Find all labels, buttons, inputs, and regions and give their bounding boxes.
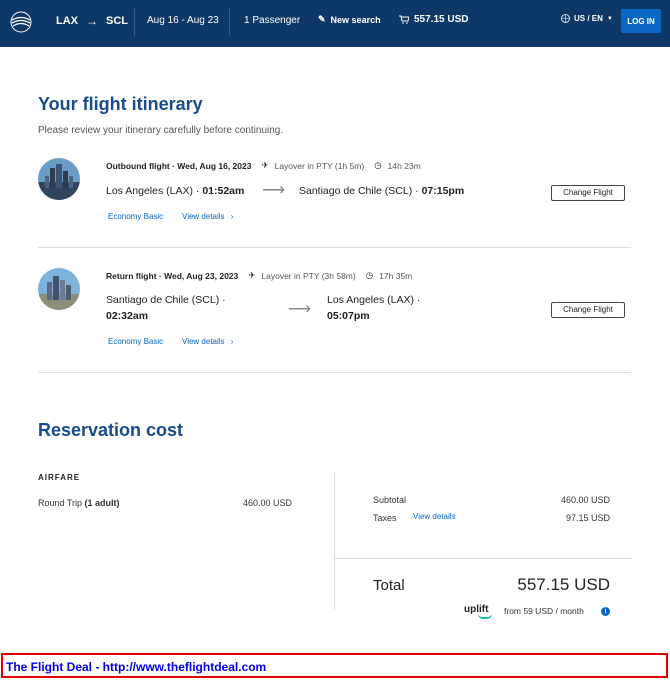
arrival-time: 05:07pm <box>327 310 370 322</box>
fare-class-link[interactable]: Economy Basic <box>108 212 163 221</box>
change-outbound-flight-button[interactable]: Change Flight <box>551 185 625 201</box>
outbound-flight-header: Outbound flight · Wed, Aug 16, 2023 ✈ La… <box>106 160 421 171</box>
new-search-label: New search <box>330 14 381 25</box>
globe-icon <box>561 14 570 23</box>
santiago-city-photo <box>38 268 80 310</box>
cart-icon <box>399 15 409 24</box>
uplift-smile-icon <box>478 614 492 619</box>
banner-text[interactable]: The Flight Deal - http://www.theflightde… <box>6 660 266 674</box>
taxes-label: Taxes <box>373 513 397 523</box>
view-details-link[interactable]: View details › <box>182 337 233 346</box>
view-details-label: View details <box>182 337 225 346</box>
divider <box>134 8 135 36</box>
plane-icon: ✈ <box>261 160 269 170</box>
subtotal-label: Subtotal <box>373 495 407 505</box>
flight-date: Wed, Aug 23, 2023 <box>164 270 239 281</box>
divider <box>38 247 631 248</box>
adult-count: (1 adult) <box>84 498 120 508</box>
itinerary-title: Your flight itinerary <box>38 94 203 114</box>
departure-time: 01:52am <box>202 185 245 197</box>
flight-duration: 14h 23m <box>387 160 421 171</box>
airline-logo[interactable] <box>10 11 32 33</box>
taxes-amount: 97.15 USD <box>565 513 610 523</box>
destination-code: SCL <box>106 15 128 27</box>
view-details-link[interactable]: View details › <box>182 212 233 221</box>
outbound-departure: Los Angeles (LAX) · 01:52am <box>106 183 244 199</box>
clock-icon: ◷ <box>374 160 382 170</box>
cart-button[interactable]: 557.15 USD <box>399 14 468 25</box>
divider <box>334 472 335 610</box>
subtotal-amount: 460.00 USD <box>560 495 610 505</box>
divider <box>38 372 631 373</box>
locale-label: US / EN <box>574 14 603 23</box>
reservation-cost-title: Reservation cost <box>38 420 184 440</box>
fare-class-link[interactable]: Economy Basic <box>108 337 163 346</box>
total-label: Total <box>373 577 405 594</box>
taxes-view-details-link[interactable]: View details <box>413 512 456 521</box>
caret-down-icon: ▼ <box>606 15 613 22</box>
flight-type: Outbound flight <box>106 160 170 171</box>
uplift-monthly-price[interactable]: from 59 USD / month <box>504 606 584 616</box>
trip-label: Round Trip <box>38 498 85 508</box>
arrow-right-icon: → <box>86 14 98 28</box>
origin-code: LAX <box>56 15 78 27</box>
itinerary-subtitle: Please review your itinerary carefully b… <box>38 125 284 136</box>
departure-time: 02:32am <box>106 310 149 322</box>
arrow-right-icon: ⟶ <box>288 301 311 318</box>
flight-deal-banner: The Flight Deal - http://www.theflightde… <box>1 653 668 678</box>
los-angeles-city-photo <box>38 158 80 200</box>
locale-selector[interactable]: US / EN ▼ <box>561 14 613 23</box>
chevron-right-icon: › <box>230 337 234 346</box>
change-return-flight-button[interactable]: Change Flight <box>551 302 625 318</box>
flight-date: Wed, Aug 16, 2023 <box>177 160 252 171</box>
cart-total: 557.15 USD <box>414 14 469 25</box>
total-amount: 557.15 USD <box>517 575 610 594</box>
chevron-right-icon: › <box>230 212 234 221</box>
arrow-right-icon: ⟶ <box>262 182 285 199</box>
airfare-heading: AIRFARE <box>38 473 81 482</box>
arrival-city: Santiago de Chile (SCL) · <box>299 185 419 197</box>
passenger-count[interactable]: 1 Passenger <box>244 15 300 26</box>
return-departure: Santiago de Chile (SCL) · 02:32am <box>106 292 226 324</box>
login-button[interactable]: LOG IN <box>621 9 661 33</box>
info-icon[interactable]: i <box>601 607 610 616</box>
round-trip-label: Round Trip (1 adult) <box>38 498 120 508</box>
plane-icon: ✈ <box>248 270 256 280</box>
divider <box>229 8 230 36</box>
departure-city: Los Angeles (LAX) · <box>106 185 200 197</box>
divider <box>334 558 632 559</box>
clock-icon: ◷ <box>365 270 374 280</box>
outbound-arrival: Santiago de Chile (SCL) · 07:15pm <box>299 183 464 199</box>
arrival-time: 07:15pm <box>421 185 465 197</box>
new-search-button[interactable]: ✎ New search <box>318 14 381 25</box>
travel-dates[interactable]: Aug 16 - Aug 23 <box>147 15 219 26</box>
top-navigation-bar: LAX → SCL Aug 16 - Aug 23 1 Passenger ✎ … <box>0 0 670 47</box>
layover-info: Layover in PTY (1h 5m) <box>274 160 365 171</box>
pencil-icon: ✎ <box>318 14 326 24</box>
flight-duration: 17h 35m <box>379 270 413 281</box>
view-details-label: View details <box>182 212 225 221</box>
departure-city: Santiago de Chile (SCL) · <box>106 294 226 306</box>
route-summary[interactable]: LAX → SCL <box>56 14 128 28</box>
return-arrival: Los Angeles (LAX) · 05:07pm <box>327 292 420 324</box>
round-trip-amount: 460.00 USD <box>243 498 293 508</box>
layover-info: Layover in PTY (3h 58m) <box>261 270 356 281</box>
flight-type: Return flight <box>106 270 157 281</box>
arrival-city: Los Angeles (LAX) · <box>327 294 421 306</box>
return-flight-header: Return flight · Wed, Aug 23, 2023 ✈ Layo… <box>106 270 413 281</box>
